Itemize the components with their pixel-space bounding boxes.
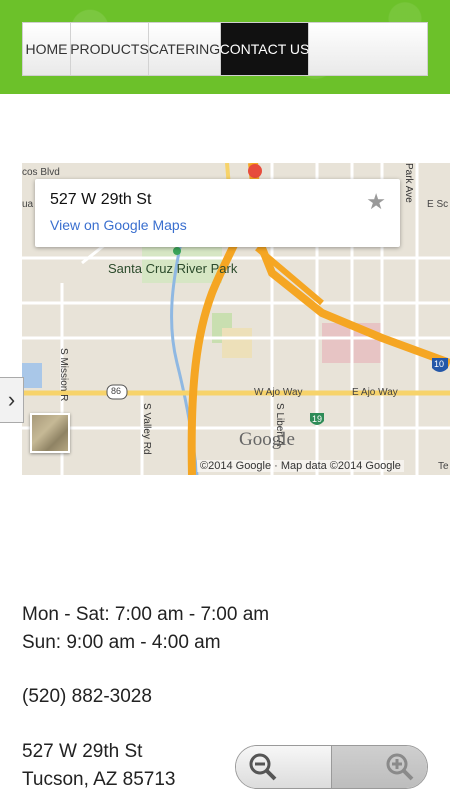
- map-label-cos-blvd: cos Blvd: [22, 167, 60, 178]
- site-header: HOME PRODUCTS CATERING CONTACT US: [0, 0, 450, 94]
- google-logo: Google: [239, 429, 295, 450]
- star-icon[interactable]: ★: [366, 189, 386, 215]
- google-map[interactable]: Santa Cruz River Park W Ajo Way E Ajo Wa…: [22, 163, 450, 475]
- map-label-e-sc: E Sc: [427, 199, 449, 210]
- map-label-e-ajo: E Ajo Way: [352, 387, 398, 398]
- satellite-thumbnail[interactable]: [30, 413, 70, 453]
- route-19-label: 19: [312, 414, 323, 424]
- nav-catering[interactable]: CATERING: [149, 23, 221, 75]
- zoom-in-icon: [386, 753, 414, 781]
- hours-weekday: Mon - Sat: 7:00 am - 7:00 am: [22, 604, 270, 625]
- chevron-right-icon: ›: [7, 387, 16, 412]
- map-label-mission: S Mission R: [58, 348, 69, 402]
- zoom-out-icon: [249, 753, 277, 781]
- address-line-1: 527 W 29th St: [22, 741, 143, 762]
- address-line-2: Tucson, AZ 85713: [22, 769, 176, 790]
- map-copyright: ©2014 Google · Map data ©2014 Google: [197, 460, 404, 472]
- nav-contact-us[interactable]: CONTACT US: [220, 23, 309, 75]
- zoom-in-button[interactable]: [332, 746, 427, 788]
- map-label-park: Santa Cruz River Park: [108, 261, 238, 276]
- main-nav: HOME PRODUCTS CATERING CONTACT US: [22, 22, 428, 76]
- map-label-w-ajo: W Ajo Way: [254, 387, 303, 398]
- info-card-address: 527 W 29th St: [50, 191, 152, 208]
- map-label-valley: S Valley Rd: [141, 403, 152, 455]
- hours-sunday: Sun: 9:00 am - 4:00 am: [22, 632, 221, 653]
- route-10-label: 10: [434, 359, 445, 369]
- map-label-ua: ua: [22, 199, 34, 210]
- route-86-label: 86: [111, 386, 122, 396]
- side-panel-toggle[interactable]: ›: [0, 377, 24, 423]
- nav-home[interactable]: HOME: [23, 23, 71, 75]
- map-pin-icon: [248, 164, 262, 178]
- map-label-te: Te: [438, 461, 449, 472]
- phone-number[interactable]: (520) 882-3028: [22, 686, 152, 708]
- nav-products[interactable]: PRODUCTS: [70, 23, 149, 75]
- map-label-park-ave: Park Ave: [403, 163, 414, 203]
- zoom-out-button[interactable]: [236, 746, 332, 788]
- map-info-card: 527 W 29th St View on Google Maps ★: [35, 179, 400, 247]
- zoom-control: [235, 745, 428, 789]
- view-on-google-maps-link[interactable]: View on Google Maps: [50, 217, 187, 233]
